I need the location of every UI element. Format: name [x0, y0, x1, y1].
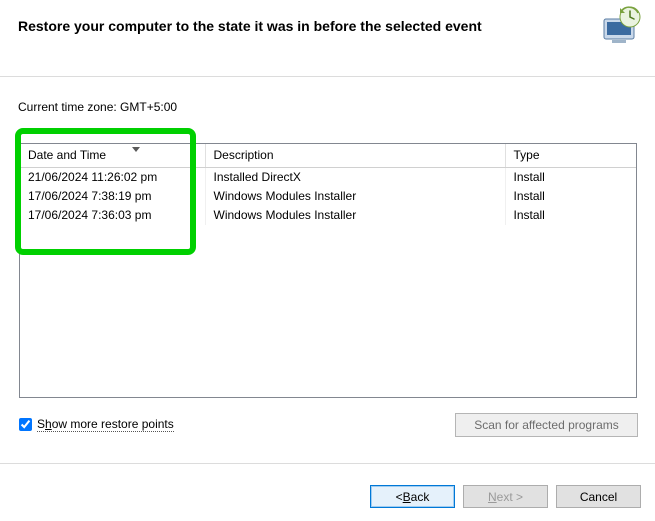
table-row[interactable]: 17/06/2024 7:38:19 pm Windows Modules In…	[20, 187, 636, 206]
col-header-date[interactable]: Date and Time	[20, 144, 205, 168]
restore-points-table[interactable]: Date and Time Description Type 21/06/202…	[19, 143, 637, 398]
page-title: Restore your computer to the state it wa…	[18, 18, 482, 34]
divider	[0, 76, 655, 77]
cell-desc: Installed DirectX	[205, 168, 505, 188]
cell-desc: Windows Modules Installer	[205, 206, 505, 225]
system-restore-icon	[598, 5, 643, 45]
cell-date: 21/06/2024 11:26:02 pm	[20, 168, 205, 188]
timezone-label: Current time zone: GMT+5:00	[18, 100, 177, 114]
col-header-type-label: Type	[514, 148, 540, 162]
scan-affected-button: Scan for affected programs	[455, 413, 638, 437]
col-header-desc[interactable]: Description	[205, 144, 505, 168]
col-header-date-label: Date and Time	[28, 148, 106, 162]
col-header-desc-label: Description	[214, 148, 274, 162]
cell-date: 17/06/2024 7:36:03 pm	[20, 206, 205, 225]
show-more-checkbox[interactable]	[19, 418, 32, 431]
cancel-button[interactable]: Cancel	[556, 485, 641, 508]
col-header-type[interactable]: Type	[505, 144, 636, 168]
table-row[interactable]: 17/06/2024 7:36:03 pm Windows Modules In…	[20, 206, 636, 225]
sort-desc-icon	[132, 147, 140, 152]
cell-type: Install	[505, 187, 636, 206]
back-button[interactable]: < Back	[370, 485, 455, 508]
cell-date: 17/06/2024 7:38:19 pm	[20, 187, 205, 206]
cell-desc: Windows Modules Installer	[205, 187, 505, 206]
divider	[0, 463, 655, 464]
table-row[interactable]: 21/06/2024 11:26:02 pm Installed DirectX…	[20, 168, 636, 188]
cell-type: Install	[505, 168, 636, 188]
cell-type: Install	[505, 206, 636, 225]
show-more-label[interactable]: Show more restore points	[37, 417, 174, 432]
next-button: Next >	[463, 485, 548, 508]
